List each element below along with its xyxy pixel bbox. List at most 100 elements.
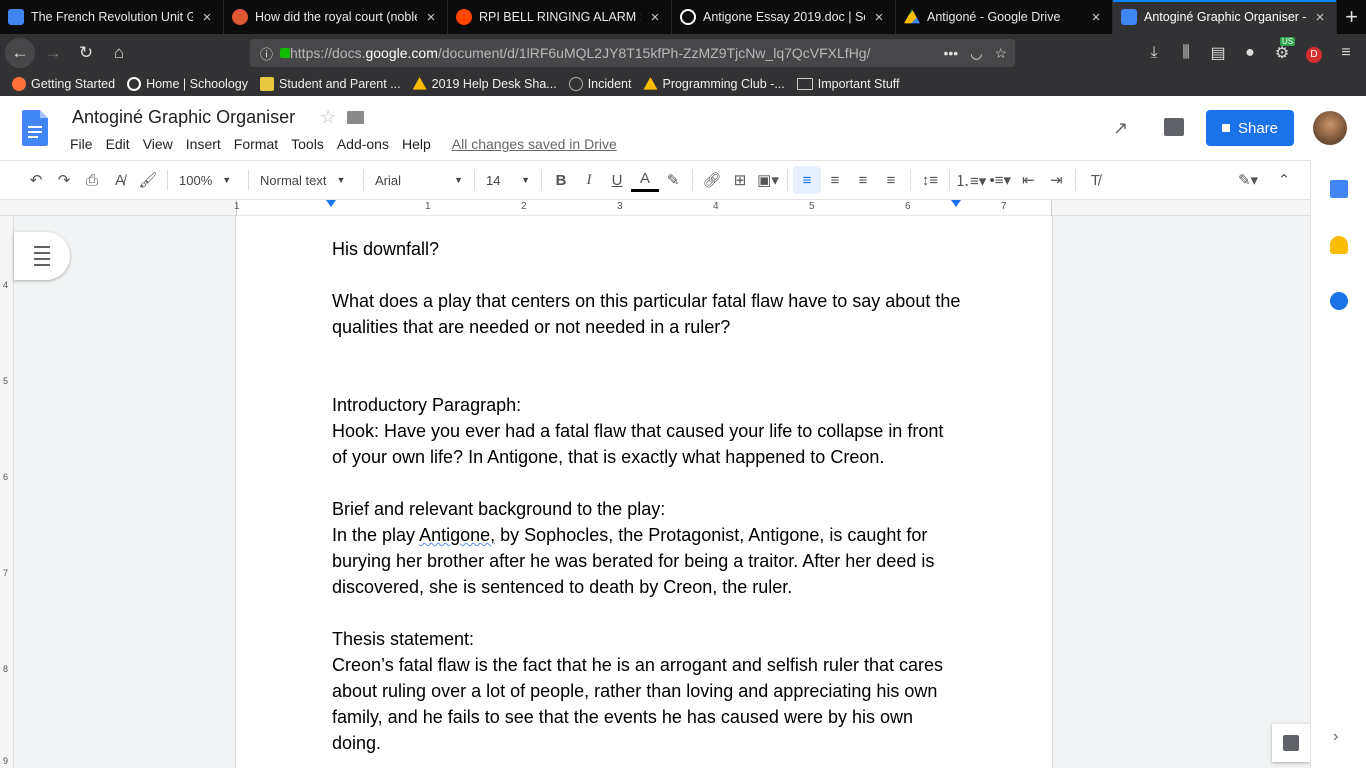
bookmark-star-icon[interactable]: ☆	[994, 45, 1007, 62]
bulleted-list-icon[interactable]: •≡▾	[986, 166, 1014, 194]
calendar-icon[interactable]	[1330, 180, 1348, 198]
align-left-icon[interactable]: ≡	[793, 166, 821, 194]
font-select[interactable]: Arial ▼	[369, 166, 469, 194]
menu-view[interactable]: View	[143, 136, 173, 152]
ruler-number: 3	[617, 201, 623, 212]
menu-icon[interactable]: ≡	[1330, 44, 1362, 62]
bookmark-item[interactable]: Getting Started	[12, 77, 115, 91]
url-bar[interactable]: ⓘ https://docs.google.com/document/d/1lR…	[250, 39, 1015, 67]
menu-tools[interactable]: Tools	[291, 136, 324, 152]
avatar[interactable]	[1313, 111, 1347, 145]
clear-formatting-icon[interactable]: T̸	[1081, 166, 1109, 194]
more-icon[interactable]: •••	[944, 45, 959, 61]
bookmark-item[interactable]: 2019 Help Desk Sha...	[412, 77, 557, 91]
style-value: Normal text	[260, 172, 327, 188]
bookmark-item[interactable]: Home | Schoology	[127, 77, 248, 91]
formatting-toolbar: ↶ ↷ ⎙ A̸ 🖌︎ 100% ▼ Normal text ▼ Arial ▼ 14…	[0, 160, 1310, 200]
google-docs-logo-icon[interactable]	[22, 110, 48, 146]
browser-tab[interactable]: How did the royal court (nobles ×	[224, 0, 448, 34]
new-tab-button[interactable]: +	[1337, 0, 1366, 34]
forward-icon[interactable]: →	[38, 38, 68, 68]
ruler-track[interactable]: 1 1 2 3 4 5 6 7	[234, 200, 1052, 216]
info-icon[interactable]: ⓘ	[260, 44, 273, 63]
activity-dashboard-icon[interactable]: ↗	[1113, 118, 1128, 139]
bookmark-item[interactable]: Important Stuff	[796, 77, 900, 91]
browser-tab[interactable]: RPI BELL RINGING ALARM : ras ×	[448, 0, 672, 34]
insert-comment-icon[interactable]: ⊞	[726, 166, 754, 194]
save-status[interactable]: All changes saved in Drive	[452, 136, 617, 152]
back-icon[interactable]: ←	[5, 38, 35, 68]
share-button[interactable]: Share	[1206, 110, 1294, 146]
close-icon[interactable]: ×	[871, 9, 887, 26]
close-icon[interactable]: ×	[647, 9, 663, 26]
print-icon[interactable]: ⎙	[78, 166, 106, 194]
font-size-select[interactable]: 14 ▼	[480, 166, 536, 194]
browser-navbar: ← → ↻ ⌂ ⓘ https://docs.google.com/docume…	[0, 34, 1366, 72]
align-justify-icon[interactable]: ≡	[877, 166, 905, 194]
paint-format-icon[interactable]: 🖌︎	[134, 166, 162, 194]
highlight-icon[interactable]: ✎	[659, 166, 687, 194]
menu-help[interactable]: Help	[402, 136, 431, 152]
browser-tab[interactable]: Antigoné - Google Drive ×	[896, 0, 1114, 34]
spellcheck-icon[interactable]: A̸	[106, 166, 134, 194]
library-icon[interactable]: ⫼	[1170, 44, 1202, 62]
bold-icon[interactable]: B	[547, 166, 575, 194]
document-outline-button[interactable]	[14, 232, 70, 280]
menu-format[interactable]: Format	[234, 136, 278, 152]
align-center-icon[interactable]: ≡	[821, 166, 849, 194]
undo-icon[interactable]: ↶	[22, 166, 50, 194]
keep-icon[interactable]	[1330, 236, 1348, 254]
extension-icon[interactable]: ⚙ US	[1266, 37, 1298, 63]
menu-insert[interactable]: Insert	[186, 136, 221, 152]
zoom-select[interactable]: 100% ▼	[173, 166, 243, 194]
close-icon[interactable]: ×	[423, 9, 439, 26]
align-right-icon[interactable]: ≡	[849, 166, 877, 194]
profile-icon[interactable]: D	[1298, 44, 1330, 63]
folder-icon[interactable]	[347, 111, 364, 124]
line-spacing-icon[interactable]: ↕≡	[916, 166, 944, 194]
star-icon[interactable]: ☆	[320, 107, 336, 128]
browser-tab[interactable]: The French Revolution Unit Gui ×	[0, 0, 224, 34]
style-select[interactable]: Normal text ▼	[254, 166, 358, 194]
browser-tab[interactable]: Antigone Essay 2019.doc | Sch ×	[672, 0, 896, 34]
close-icon[interactable]: ×	[1312, 9, 1328, 26]
bookmark-item[interactable]: Programming Club -...	[643, 77, 785, 91]
document-body[interactable]: His downfall? What does a play that cent…	[332, 236, 962, 756]
underline-icon[interactable]: U	[603, 166, 631, 194]
hide-menus-icon[interactable]: ⌃	[1270, 166, 1298, 194]
close-icon[interactable]: ×	[1088, 9, 1104, 26]
bookmark-label: Student and Parent ...	[279, 77, 401, 91]
menu-file[interactable]: File	[70, 136, 93, 152]
numbered-list-icon[interactable]: ⒈≡▾	[955, 166, 986, 194]
left-indent-marker[interactable]	[326, 200, 336, 207]
explore-button[interactable]	[1272, 724, 1310, 762]
browser-tab-active[interactable]: Antoginé Graphic Organiser - G ×	[1113, 0, 1338, 34]
text-color-icon[interactable]: A	[631, 168, 659, 192]
link-icon[interactable]: 🔗︎	[698, 166, 726, 194]
right-indent-marker[interactable]	[951, 200, 961, 207]
insert-image-icon[interactable]: ▣▾	[754, 166, 782, 194]
bookmark-item[interactable]: Incident	[568, 77, 631, 91]
editing-mode-icon[interactable]: ✎▾	[1234, 166, 1262, 194]
account-icon[interactable]: ●	[1234, 44, 1266, 62]
reload-icon[interactable]: ↻	[71, 38, 101, 68]
pocket-icon[interactable]: ◡	[970, 45, 982, 62]
redo-icon[interactable]: ↷	[50, 166, 78, 194]
chevron-right-icon[interactable]: ›	[1333, 728, 1338, 746]
sidebar-icon[interactable]: ▤	[1202, 43, 1234, 63]
menu-edit[interactable]: Edit	[106, 136, 130, 152]
italic-icon[interactable]: I	[575, 166, 603, 194]
download-icon[interactable]: ⤓	[1138, 44, 1170, 62]
decrease-indent-icon[interactable]: ⇤	[1014, 166, 1042, 194]
close-icon[interactable]: ×	[199, 9, 215, 26]
document-page[interactable]: His downfall? What does a play that cent…	[236, 216, 1052, 768]
spellcheck-underline[interactable]: Antigone,	[419, 525, 495, 545]
globe-icon	[568, 77, 583, 91]
document-title[interactable]: Antoginé Graphic Organiser	[72, 107, 295, 128]
bookmark-item[interactable]: Student and Parent ...	[260, 77, 401, 91]
comment-history-icon[interactable]	[1164, 118, 1184, 136]
tasks-icon[interactable]	[1330, 292, 1348, 310]
home-icon[interactable]: ⌂	[104, 38, 134, 68]
increase-indent-icon[interactable]: ⇥	[1042, 166, 1070, 194]
menu-addons[interactable]: Add-ons	[337, 136, 389, 152]
